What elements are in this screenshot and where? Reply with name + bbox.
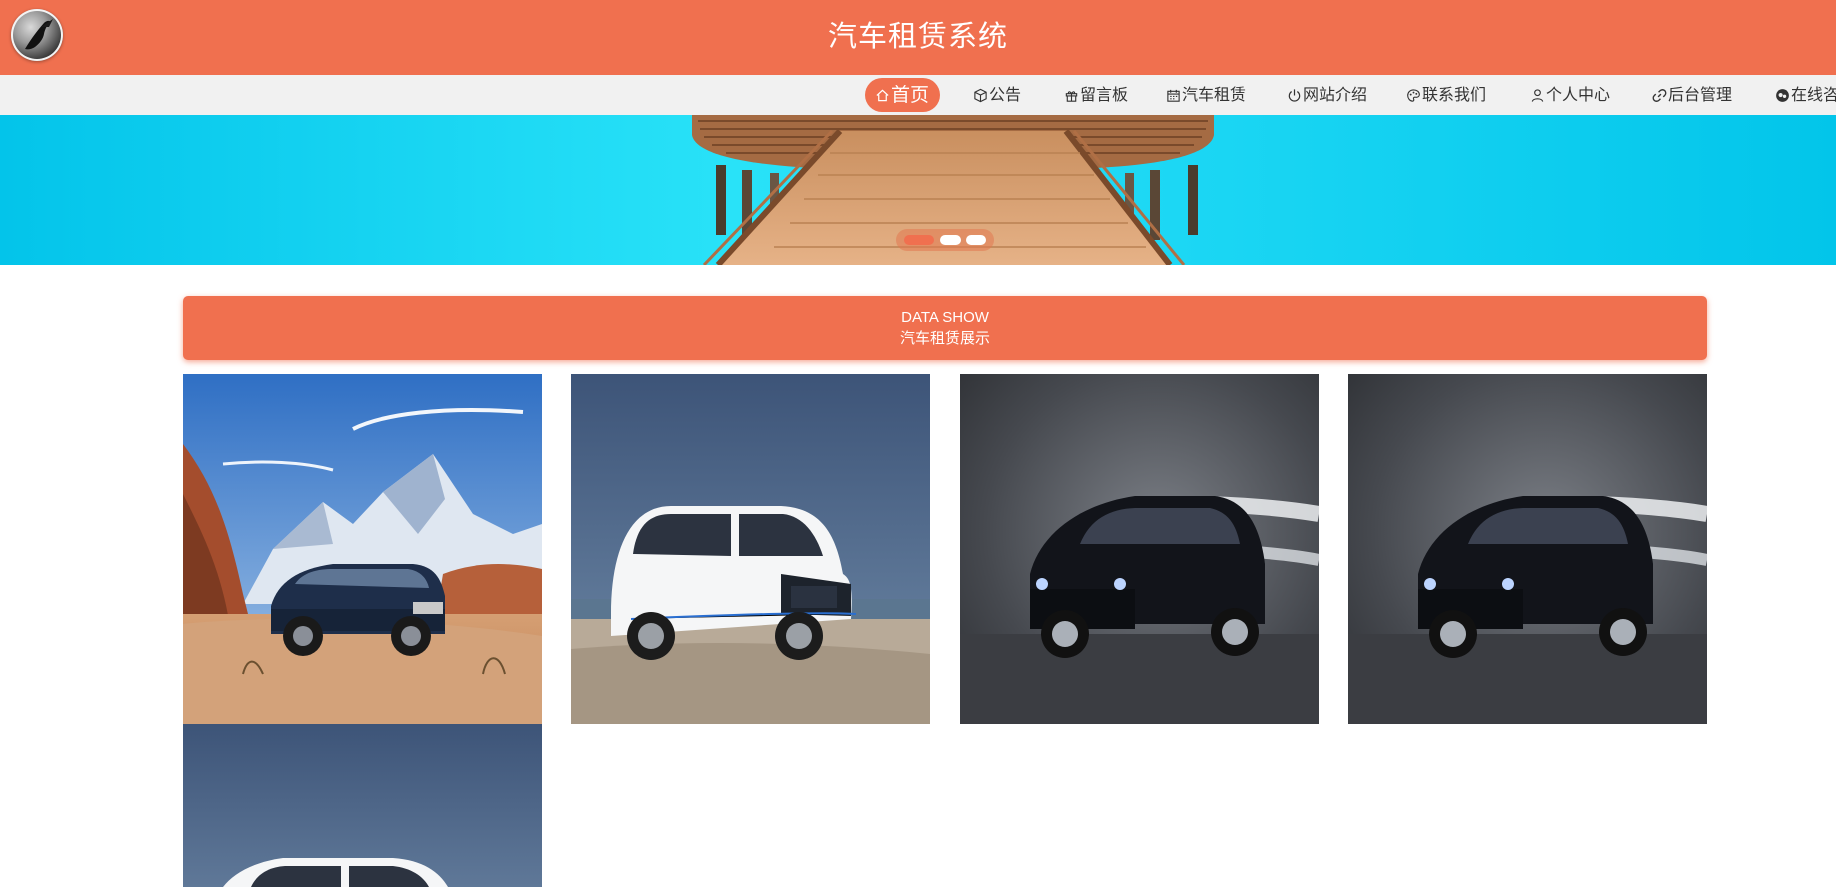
nav-item-guestbook[interactable]: 留言板	[1064, 78, 1128, 112]
calendar-icon	[1167, 89, 1180, 102]
car-card[interactable]	[183, 374, 542, 724]
nav-item-label: 首页	[891, 84, 930, 106]
car-photo-black-suv	[1348, 374, 1707, 724]
main-nav: 首页 公告 留言板 汽车租赁 网站介绍 联系我们 个人中心 后台管理 在线咨	[0, 75, 1836, 116]
nav-item-label: 网站介绍	[1303, 85, 1368, 104]
link-icon	[1652, 88, 1667, 102]
nav-item-car-rental[interactable]: 汽车租赁	[1166, 78, 1246, 112]
home-icon	[876, 89, 889, 101]
nav-item-label: 公告	[989, 85, 1022, 104]
section-header: DATA SHOW 汽车租赁展示	[183, 296, 1707, 360]
nav-item-about[interactable]: 网站介绍	[1287, 78, 1367, 112]
car-card[interactable]	[183, 724, 542, 887]
nav-item-label: 联系我们	[1422, 85, 1487, 104]
car-photo-white-mpv	[571, 374, 930, 724]
car-card[interactable]	[1348, 374, 1707, 724]
palette-icon	[1407, 88, 1420, 102]
gift-icon	[1065, 90, 1078, 102]
carousel-dot-3[interactable]	[966, 235, 986, 245]
chat-icon	[1776, 88, 1789, 102]
nav-item-admin[interactable]: 后台管理	[1652, 78, 1732, 112]
section-title-cn: 汽车租赁展示	[899, 330, 990, 347]
user-icon	[1531, 88, 1544, 102]
nav-item-label: 个人中心	[1546, 85, 1611, 104]
car-card[interactable]	[571, 374, 930, 724]
nav-item-label: 汽车租赁	[1182, 85, 1247, 104]
site-header: 汽车租赁系统	[0, 0, 1836, 75]
carousel-indicators	[896, 229, 994, 251]
site-title: 汽车租赁系统	[827, 19, 1008, 53]
nav-item-label: 后台管理	[1668, 85, 1733, 104]
nav-item-home[interactable]: 首页	[865, 78, 941, 112]
car-card[interactable]	[960, 374, 1319, 724]
car-photo-desert-suv	[183, 374, 542, 724]
section-title-en: DATA SHOW	[901, 309, 989, 326]
power-icon	[1288, 88, 1301, 102]
nav-item-online-consult[interactable]: 在线咨	[1775, 78, 1836, 112]
nav-item-label: 在线咨	[1791, 85, 1836, 104]
car-photo-white-mpv	[183, 724, 542, 887]
carousel-dot-2[interactable]	[940, 235, 961, 245]
nav-item-label: 留言板	[1080, 85, 1129, 104]
nav-item-notice[interactable]: 公告	[973, 78, 1021, 112]
nav-item-contact[interactable]: 联系我们	[1406, 78, 1486, 112]
nav-item-user-center[interactable]: 个人中心	[1530, 78, 1610, 112]
carousel-dot-1[interactable]	[904, 235, 934, 245]
cube-icon	[974, 88, 987, 102]
car-photo-black-suv	[960, 374, 1319, 724]
